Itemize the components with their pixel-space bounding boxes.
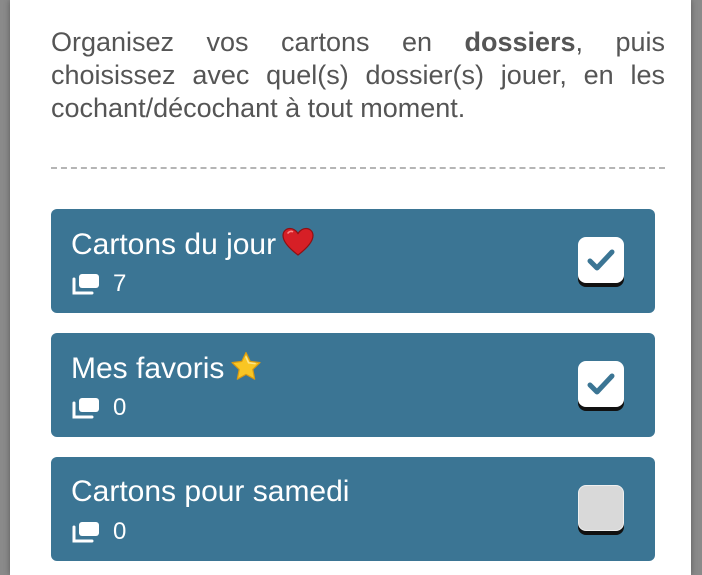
- folder-item-mes-favoris[interactable]: Mes favoris 0: [51, 333, 655, 437]
- card-count-value: 7: [113, 270, 127, 297]
- folders-panel: Organisez vos cartons en dossiers, puis …: [10, 0, 691, 575]
- card-count-value: 0: [113, 518, 127, 545]
- folder-title-label: Mes favoris: [71, 351, 225, 385]
- checkmark-icon: [587, 249, 615, 271]
- dashed-divider: [51, 167, 665, 169]
- checkmark-icon: [587, 373, 615, 395]
- folder-checkbox[interactable]: [578, 361, 624, 407]
- card-count: 0: [71, 395, 126, 421]
- folder-title: Cartons pour samedi: [71, 475, 349, 509]
- folder-checkbox[interactable]: [578, 237, 624, 283]
- folder-title-label: Cartons du jour: [71, 227, 277, 261]
- intro-bold-word: dossiers: [464, 27, 576, 57]
- heart-icon: [282, 227, 314, 265]
- intro-text: Organisez vos cartons en dossiers, puis …: [51, 26, 665, 125]
- intro-part-1: Organisez vos cartons en: [51, 27, 465, 57]
- folder-title: Mes favoris: [71, 351, 262, 389]
- card-count: 7: [71, 271, 126, 297]
- star-icon: [230, 351, 262, 389]
- folder-title-label: Cartons pour samedi: [71, 475, 350, 508]
- folder-title: Cartons du jour: [71, 227, 314, 265]
- folder-item-cartons-du-jour[interactable]: Cartons du jour 7: [51, 209, 655, 313]
- folder-checkbox[interactable]: [578, 485, 624, 531]
- card-count: 0: [71, 519, 126, 545]
- cards-stack-icon: [71, 396, 101, 420]
- cards-stack-icon: [71, 272, 101, 296]
- folder-item-cartons-pour-samedi[interactable]: Cartons pour samedi 0: [51, 457, 655, 561]
- cards-stack-icon: [71, 520, 101, 544]
- card-count-value: 0: [113, 394, 127, 421]
